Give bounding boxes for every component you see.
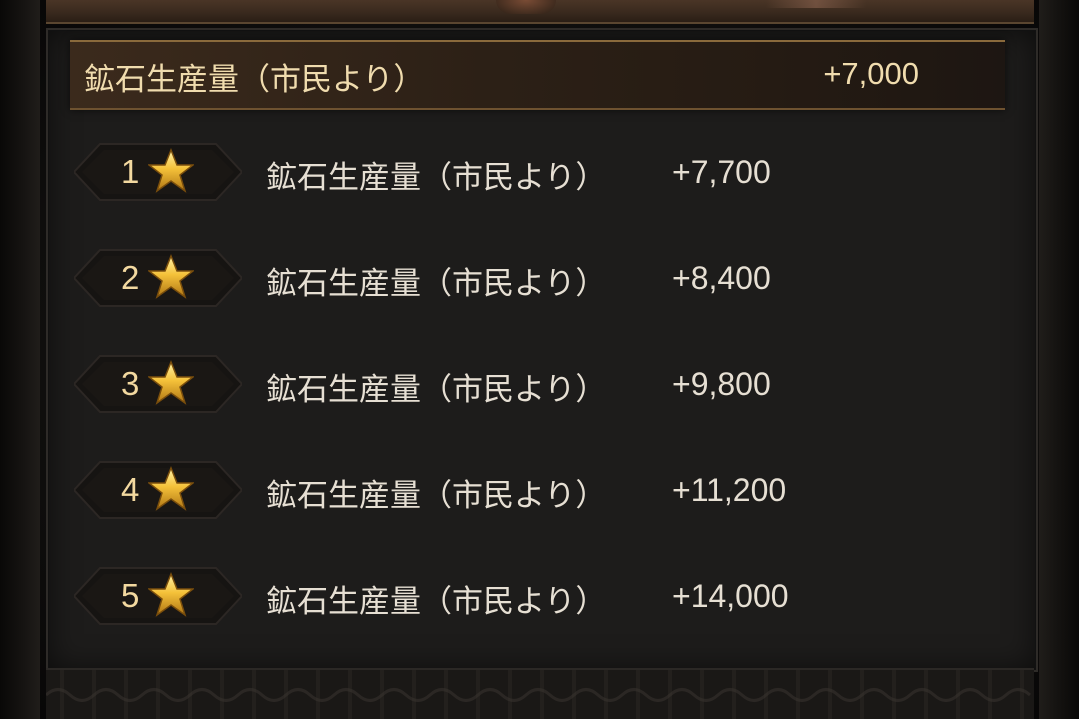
rank-row-4: 4 鉱石生産量（市民より） +11,200 (74, 460, 974, 520)
star-icon (148, 466, 194, 511)
rank-bonus-amount: +11,200 (672, 472, 787, 508)
rank-number: 1 (121, 153, 140, 190)
rank-bonus-amount: +9,800 (672, 366, 771, 402)
rank-bonus-label: 鉱石生産量（市民より） (266, 584, 607, 620)
current-bonus-value: +7,000 (823, 56, 919, 91)
rank-row-3: 3 鉱石生産量（市民より） +9,800 (74, 354, 974, 414)
top-banner-image (46, 0, 1034, 24)
rank-number: 4 (121, 471, 140, 508)
decorative-ornament-band (46, 668, 1034, 719)
banner-artwork (496, 0, 556, 14)
rank-row-1: 1 鉱石生産量（市民より） +7,700 (74, 142, 974, 202)
rank-row-2: 2 鉱石生産量（市民より） +8,400 (74, 248, 974, 308)
frame-right-border (1039, 0, 1079, 719)
rank-number: 5 (121, 577, 140, 614)
rank-badge-5: 5 (74, 566, 242, 626)
current-bonus-label: 鉱石生産量（市民より） (84, 62, 425, 98)
rank-number: 3 (121, 365, 140, 402)
rank-badge-1: 1 (74, 142, 242, 202)
rank-bonus-amount: +14,000 (672, 578, 789, 614)
rank-bonus-amount: +7,700 (672, 154, 771, 190)
rank-row-5: 5 鉱石生産量（市民より） +14,000 (74, 566, 974, 626)
star-icon (148, 360, 194, 405)
frame-left-border (0, 0, 40, 719)
rank-badge-4: 4 (74, 460, 242, 520)
rank-bonus-label: 鉱石生産量（市民より） (266, 160, 607, 196)
star-icon (148, 254, 194, 299)
star-icon (148, 148, 194, 193)
current-bonus-row: 鉱石生産量（市民より） +7,000 (70, 40, 1005, 110)
rank-bonus-label: 鉱石生産量（市民より） (266, 372, 607, 408)
rank-badge-3: 3 (74, 354, 242, 414)
rank-number: 2 (121, 259, 140, 296)
rank-bonus-label: 鉱石生産量（市民より） (266, 266, 607, 302)
ornament-pattern (46, 688, 1032, 702)
star-icon (148, 572, 194, 617)
rank-bonus-amount: +8,400 (672, 260, 771, 296)
rank-badge-2: 2 (74, 248, 242, 308)
banner-highlight (766, 0, 866, 8)
rank-bonus-label: 鉱石生産量（市民より） (266, 478, 607, 514)
